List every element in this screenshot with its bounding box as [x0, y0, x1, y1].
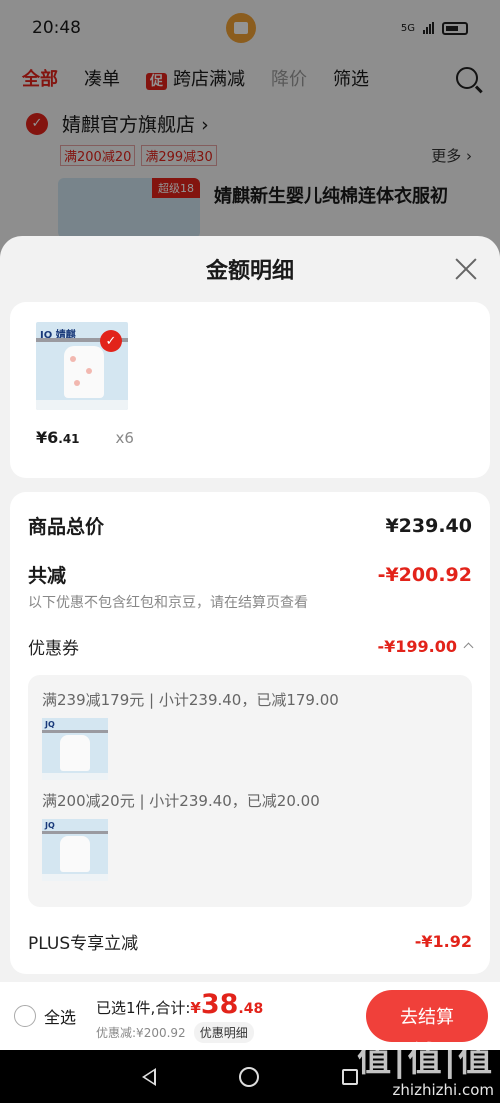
coupon-value: -¥199.00: [377, 637, 457, 656]
brand-logo: JQ: [45, 720, 55, 729]
plus-label: PLUS专享立减: [28, 934, 139, 954]
goods-image: JQ 婧麒 ✓: [36, 322, 128, 410]
coupon-item-text: 满239减179元 | 小计239.40，已减179.00: [42, 691, 339, 709]
chevron-up-icon[interactable]: [463, 642, 474, 653]
brand-logo: JQ: [45, 821, 55, 830]
selected-count: 已选1件,合计:: [96, 999, 191, 1017]
price-detail-card: 商品总价 ¥239.40 共减 -¥200.92 以下优惠不包含红包和京豆，请在…: [10, 492, 490, 974]
discount-row: 共减 -¥200.92: [28, 561, 472, 588]
select-all-label[interactable]: 全选: [44, 1004, 76, 1028]
recents-icon[interactable]: [342, 1068, 359, 1085]
discount-label: 共减: [28, 565, 67, 587]
select-all-radio[interactable]: [14, 1005, 36, 1027]
discount-value: -¥200.92: [377, 563, 472, 586]
goods-price-row: ¥6.41 x6: [36, 428, 490, 447]
coupon-value-group: -¥199.00: [377, 637, 474, 656]
coupon-breakdown: 满239减179元 | 小计239.40，已减179.00 JQ 满200减20…: [28, 675, 472, 907]
sum-discount: 优惠减:¥200.92 优惠明细: [96, 1022, 263, 1043]
watermark-logo: 值|值|值: [357, 1040, 494, 1080]
total-label: 商品总价: [28, 516, 105, 538]
goods-card: JQ 婧麒 ✓ ¥6.41 x6: [10, 302, 490, 478]
plus-value: -¥1.92: [414, 932, 472, 951]
home-icon[interactable]: [238, 1066, 259, 1087]
unit-price-int: ¥6: [36, 428, 59, 447]
coupon-item-image: JQ: [42, 819, 108, 881]
currency-symbol: ¥: [190, 999, 201, 1017]
back-icon[interactable]: [141, 1067, 156, 1086]
total-row: 商品总价 ¥239.40: [28, 512, 472, 539]
discount-note: 以下优惠不包含红包和京豆，请在结算页查看: [28, 595, 308, 611]
sum-block: 已选1件,合计: ¥ 38 .48 优惠减:¥200.92 优惠明细: [96, 989, 263, 1043]
coupon-label: 优惠券: [28, 639, 79, 659]
plus-row: PLUS专享立减 -¥1.92: [28, 929, 472, 954]
coupon-item-image: JQ: [42, 718, 108, 780]
watermark-site: zhizhizhi.com: [392, 1081, 494, 1099]
sheet-header: 金额明细: [0, 236, 500, 302]
quantity: x6: [115, 429, 134, 447]
total-value: ¥239.40: [385, 514, 472, 537]
coupon-item-text: 满200减20元 | 小计239.40，已减20.00: [42, 792, 320, 810]
amount-detail-sheet: 金额明细 JQ 婧麒 ✓ ¥6.41 x6 商品总价 ¥239.40 共减 -¥…: [0, 236, 500, 1050]
watermark: 值|值|值 zhizhizhi.com: [357, 1032, 494, 1099]
unit-price-dec: .41: [58, 432, 80, 446]
close-icon[interactable]: [454, 257, 478, 281]
coupon-row[interactable]: 优惠券 -¥199.00: [28, 634, 474, 659]
selected-check-icon: ✓: [100, 330, 122, 352]
sheet-title: 金额明细: [205, 259, 294, 284]
total-int: 38: [200, 989, 239, 1020]
saved-amount: 优惠减:¥200.92: [96, 1026, 186, 1040]
unit-price: ¥6.41: [36, 428, 80, 447]
sum-total: 已选1件,合计: ¥ 38 .48: [96, 989, 263, 1020]
total-dec: .48: [238, 1001, 264, 1017]
discount-detail-button[interactable]: 优惠明细: [193, 1022, 254, 1043]
